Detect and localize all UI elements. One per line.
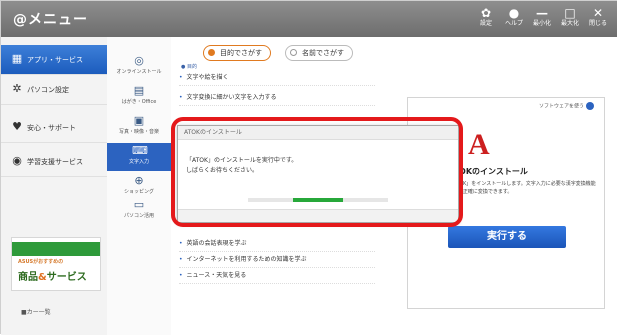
close-icon: ✕ bbox=[592, 6, 604, 20]
category-document[interactable]: ▤ はがき・Office bbox=[107, 83, 171, 111]
app-window: @メニュー ✿ 設定 ● ヘルプ — 最小化 □ 最大化 ✕ 閉じる ▦ アプリ・サービス ✲ パソコン… bbox=[0, 0, 617, 335]
sidebar: ▦ アプリ・サービス ✲ パソコン設定 ♥ 安心・サポート ◉ 学習支援サービス ASUSがお… bbox=[1, 37, 107, 335]
arrow-circle-icon bbox=[586, 102, 594, 110]
radio-dot bbox=[290, 49, 297, 56]
pc-icon: ▭ bbox=[133, 198, 145, 211]
heart-icon: ♥ bbox=[12, 120, 22, 133]
list-item[interactable]: 英語の会話表現を学ぶ bbox=[179, 237, 375, 252]
guide-link-label: ソフトウェアを使う bbox=[538, 103, 584, 110]
category-pc[interactable]: ▭ パソコン活用 bbox=[107, 197, 171, 225]
document-icon: ▤ bbox=[133, 84, 145, 97]
sidebar-item-settings[interactable]: ✲ パソコン設定 bbox=[1, 75, 107, 105]
list-heading: ● 目的 bbox=[181, 64, 197, 70]
help-button[interactable]: ● ヘルプ bbox=[501, 5, 527, 33]
list-item[interactable]: 文字変換に細かい文字を入力する bbox=[179, 91, 375, 106]
learning-icon: ◉ bbox=[12, 154, 22, 167]
download-icon: ◎ bbox=[134, 54, 144, 67]
list-item[interactable]: インターネットを利用するための知識を学ぶ bbox=[179, 253, 375, 268]
maximize-icon: □ bbox=[564, 6, 576, 20]
titlebar-button-label: ヘルプ bbox=[504, 20, 523, 27]
maximize-button[interactable]: □ 最大化 bbox=[557, 5, 583, 33]
install-description: 「ATOK」をインストールします。文字入力に必要な漢字変換機能をより正確に変換で… bbox=[448, 181, 596, 195]
category-column: ◎ オンラインストール ▤ はがき・Office ▣ 写真・映像・音楽 ⌨ 文字入力 ⊕ ショッピ… bbox=[107, 37, 172, 335]
promo-banner[interactable]: ASUSがおすすめの 商品&サービス bbox=[11, 237, 101, 291]
list-item[interactable]: ニュース・天気を見る bbox=[179, 269, 375, 284]
radio-label: 目的でさがす bbox=[220, 49, 262, 57]
sidebar-item-label: パソコン設定 bbox=[27, 86, 69, 94]
sidebar-item-label: 学習支援サービス bbox=[27, 158, 83, 166]
radio-search-by-name[interactable]: 名前でさがす bbox=[285, 45, 353, 61]
keyboard-icon: ⌨ bbox=[132, 144, 148, 157]
execute-button[interactable]: 実行する bbox=[448, 226, 566, 248]
sidebar-item-apps[interactable]: ▦ アプリ・サービス bbox=[1, 45, 107, 75]
category-download[interactable]: ◎ オンラインストール bbox=[107, 53, 171, 81]
titlebar-button-label: 設定 bbox=[479, 20, 492, 27]
guide-link[interactable]: ソフトウェアを使う bbox=[539, 102, 594, 110]
sidebar-item-heart[interactable]: ♥ 安心・サポート bbox=[1, 113, 107, 143]
category-keyboard[interactable]: ⌨ 文字入力 bbox=[107, 143, 171, 171]
sidebar-item-label: アプリ・サービス bbox=[27, 56, 83, 64]
promo-title-b: サービス bbox=[46, 272, 87, 283]
category-label: 写真・映像・音楽 bbox=[118, 129, 159, 135]
sidebar-item-label: 安心・サポート bbox=[27, 124, 76, 132]
category-label: はがき・Office bbox=[121, 99, 157, 105]
category-label: オンラインストール bbox=[116, 69, 162, 75]
promo-subtitle: ASUSがおすすめの bbox=[18, 259, 64, 265]
radio-label: 名前でさがす bbox=[302, 49, 344, 57]
radio-search-by-purpose[interactable]: 目的でさがす bbox=[203, 45, 271, 61]
app-title: @メニュー bbox=[13, 12, 88, 28]
category-label: パソコン活用 bbox=[123, 213, 154, 219]
close-button[interactable]: ✕ 閉じる bbox=[585, 5, 611, 33]
settings-icon: ✲ bbox=[12, 82, 22, 95]
red-highlight-frame bbox=[171, 117, 463, 227]
category-media[interactable]: ▣ 写真・映像・音楽 bbox=[107, 113, 171, 141]
promo-title-a: 商品 bbox=[18, 272, 38, 283]
media-icon: ▣ bbox=[133, 114, 145, 127]
help-icon: ● bbox=[508, 6, 520, 20]
apps-icon: ▦ bbox=[11, 52, 23, 65]
radio-dot bbox=[208, 49, 215, 56]
promo-title-accent: & bbox=[38, 272, 47, 283]
category-label: 文字入力 bbox=[128, 159, 149, 165]
promo-title: 商品&サービス bbox=[18, 268, 87, 283]
cart-icon: ⊕ bbox=[134, 174, 144, 187]
titlebar-button-label: 最小化 bbox=[532, 20, 551, 27]
minimize-icon: — bbox=[536, 6, 548, 20]
title-bar: @メニュー ✿ 設定 ● ヘルプ — 最小化 □ 最大化 ✕ 閉じる bbox=[1, 1, 617, 37]
category-label: ショッピング bbox=[123, 189, 154, 195]
promo-stripe bbox=[12, 242, 100, 256]
titlebar-button-label: 閉じる bbox=[588, 20, 607, 27]
gear-button[interactable]: ✿ 設定 bbox=[473, 5, 499, 33]
atok-logo: A bbox=[468, 128, 490, 161]
list-item[interactable]: 文字や絵を描く bbox=[179, 71, 375, 86]
minimize-button[interactable]: — 最小化 bbox=[529, 5, 555, 33]
footer-link[interactable]: ■カー一覧 bbox=[21, 307, 51, 316]
titlebar-button-label: 最大化 bbox=[560, 20, 579, 27]
sidebar-item-learning[interactable]: ◉ 学習支援サービス bbox=[1, 147, 107, 177]
gear-icon: ✿ bbox=[480, 6, 492, 20]
